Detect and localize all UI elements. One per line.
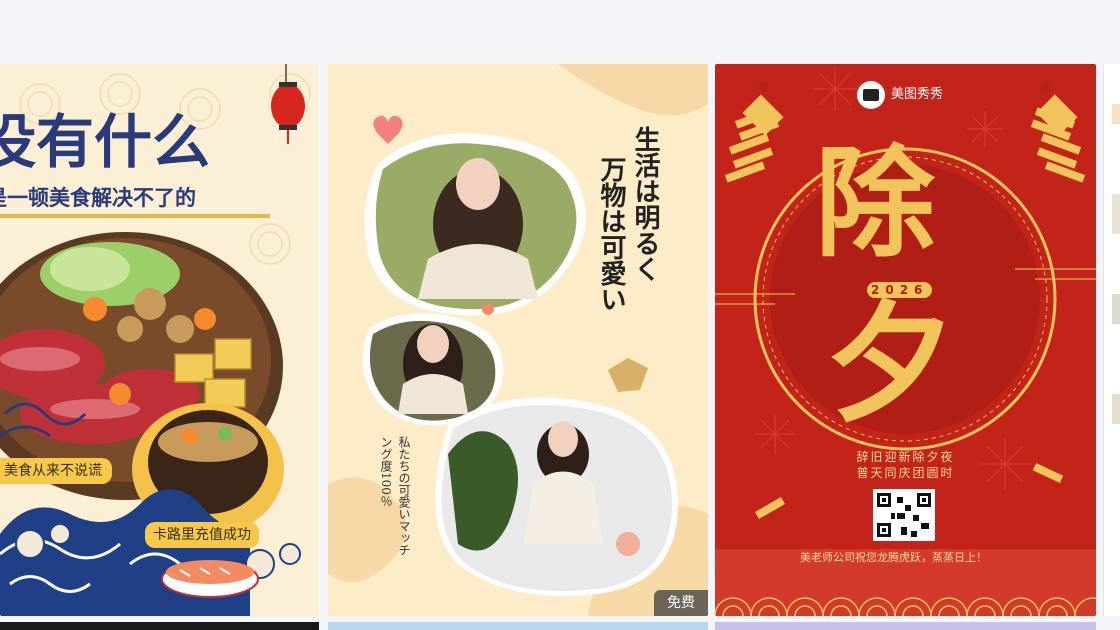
template-card-partial[interactable] [1103, 64, 1120, 616]
fu-badge-right: 福 [1041, 83, 1051, 94]
next-row-card-1[interactable] [0, 622, 319, 630]
food-tag-right: 卡路里充值成功 [145, 522, 259, 548]
subtitle-underline [0, 214, 270, 218]
fu-badge-left: 福 [758, 83, 768, 94]
top-bar [0, 0, 1120, 64]
free-badge: 免费 [654, 590, 708, 616]
template-card-food[interactable]: 没有什么 是一顿美食解决不了的 美食从来不说谎 卡路里充值成功 [0, 64, 319, 616]
caption-line-2: ング度100％ [379, 436, 393, 507]
partial-card-thumb [1112, 294, 1120, 324]
food-subtitle: 是一顿美食解决不了的 [0, 186, 196, 210]
brand-name: 美图秀秀 [891, 87, 944, 102]
partial-card-thumb [1112, 194, 1120, 234]
headline-line-2: 万物は可愛い [596, 156, 626, 312]
partial-card-thumb [1112, 104, 1120, 124]
food-title: 没有什么 [0, 108, 211, 176]
couplet-line-1: 辞旧迎新除夕夜 [856, 450, 955, 464]
next-row-card-2[interactable] [328, 622, 708, 630]
greeting-text: 美老师公司祝您龙腾虎跃，蒸蒸日上！ [800, 551, 987, 564]
headline-line-1: 生活は明るく [630, 126, 660, 282]
partial-card-thumb [1112, 394, 1120, 424]
template-card-new-year[interactable]: 福 福 美图秀秀 除 2026 夕 辞旧迎新除夕夜 普天同庆团圆时 美老师公司祝… [715, 64, 1096, 616]
next-row-card-3[interactable] [715, 622, 1096, 630]
caption-line-1: 私たちの可愛いマッチ [397, 436, 411, 556]
food-tag-left: 美食从来不说谎 [0, 458, 112, 484]
calligraphy-char-1: 除 [815, 133, 935, 274]
calligraphy-char-2: 夕 [825, 287, 956, 440]
template-card-portrait[interactable]: 生活は明るく 万物は可愛い 私たちの可愛いマッチ ング度100％ 免费 [328, 64, 708, 616]
couplet-line-2: 普天同庆团圆时 [856, 466, 955, 480]
